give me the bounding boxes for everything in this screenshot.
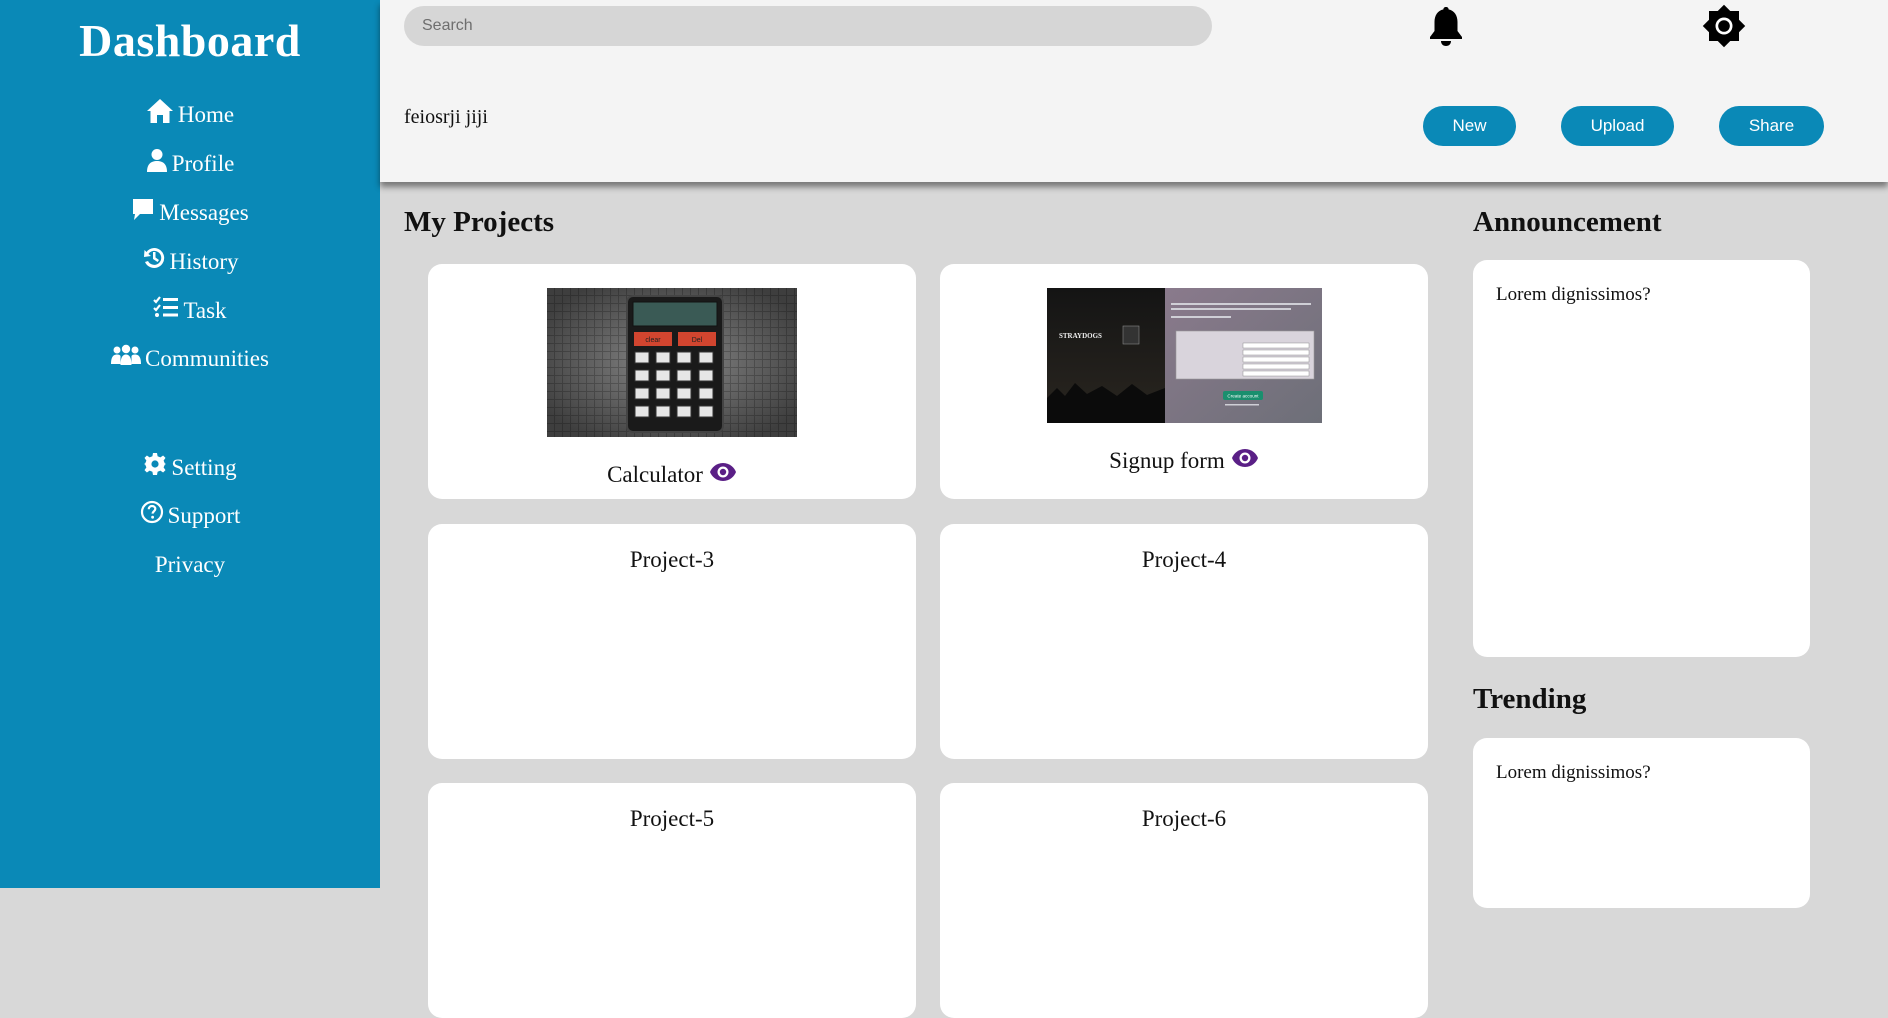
sidebar-item-profile[interactable]: Profile	[0, 149, 380, 179]
sidebar-item-label: Task	[183, 298, 227, 323]
message-icon	[131, 197, 155, 229]
username-label: feiosrji jiji	[404, 106, 488, 128]
sidebar-item-messages[interactable]: Messages	[0, 198, 380, 228]
sidebar-item-label: History	[169, 249, 239, 274]
new-button[interactable]: New	[1423, 106, 1516, 146]
sidebar-item-home[interactable]: Home	[0, 98, 380, 132]
task-list-icon	[153, 296, 179, 326]
section-title-announcement: Announcement	[1473, 206, 1662, 238]
eye-icon[interactable]	[709, 462, 737, 488]
share-button[interactable]: Share	[1719, 106, 1824, 146]
project-name: Calculator	[607, 462, 703, 487]
gear-icon	[143, 452, 167, 484]
project-name: Project-4	[1141, 547, 1227, 572]
users-group-icon	[111, 344, 142, 374]
sidebar-item-label: Messages	[159, 200, 249, 225]
project-name: Project-5	[629, 806, 715, 831]
eye-icon[interactable]	[1231, 448, 1259, 474]
sidebar-item-setting[interactable]: Setting	[0, 453, 380, 483]
history-icon	[142, 246, 166, 278]
announcement-text: Lorem dignissimos?	[1496, 284, 1651, 305]
project-title: Calculator	[428, 462, 916, 488]
project-name: Project-3	[629, 547, 715, 572]
brightness-icon[interactable]	[1700, 2, 1748, 50]
sidebar-item-history[interactable]: History	[0, 247, 380, 277]
sidebar-item-label: Communities	[145, 346, 269, 371]
calculator-thumbnail: clear Del	[547, 288, 797, 437]
sidebar-item-label: Support	[167, 503, 241, 528]
trending-text: Lorem dignissimos?	[1496, 762, 1651, 783]
home-icon	[146, 98, 174, 132]
project-card-signup-form[interactable]: STRAYDOGS Create account Signup form	[940, 264, 1428, 499]
user-icon	[146, 148, 168, 180]
signup-create-account: Create account	[1227, 394, 1259, 399]
sidebar-item-label: Setting	[171, 455, 237, 480]
top-header: feiosrji jiji New Upload Share	[380, 0, 1888, 182]
announcement-box: Lorem dignissimos?	[1473, 260, 1810, 657]
sidebar-item-label: Privacy	[154, 552, 226, 577]
project-card-calculator[interactable]: clear Del Calculator	[428, 264, 916, 499]
sidebar: Dashboard Home Profile Messages History …	[0, 0, 380, 888]
sidebar-item-support[interactable]: Support	[0, 500, 380, 532]
brand-title: Dashboard	[79, 15, 301, 66]
search-input[interactable]	[404, 6, 1212, 46]
signup-form-thumbnail: STRAYDOGS Create account	[1047, 288, 1322, 423]
signup-brand: STRAYDOGS	[1059, 332, 1102, 340]
project-name: Signup form	[1109, 448, 1225, 473]
upload-button[interactable]: Upload	[1561, 106, 1674, 146]
section-title-trending: Trending	[1473, 683, 1587, 715]
sidebar-item-communities[interactable]: Communities	[0, 344, 380, 374]
section-title-my-projects: My Projects	[404, 206, 555, 238]
question-circle-icon	[140, 500, 164, 532]
project-title: Signup form	[940, 448, 1428, 474]
project-card-project-6[interactable]: Project-6	[940, 783, 1428, 1018]
project-card-project-4[interactable]: Project-4	[940, 524, 1428, 759]
sidebar-item-label: Home	[177, 102, 235, 127]
project-card-project-3[interactable]: Project-3	[428, 524, 916, 759]
bell-icon[interactable]	[1422, 2, 1470, 50]
sidebar-item-task[interactable]: Task	[0, 296, 380, 326]
calculator-del-key: Del	[692, 337, 703, 344]
project-card-project-5[interactable]: Project-5	[428, 783, 916, 1018]
sidebar-item-label: Profile	[171, 151, 235, 176]
trending-box: Lorem dignissimos?	[1473, 738, 1810, 908]
project-name: Project-6	[1141, 806, 1227, 831]
sidebar-item-privacy[interactable]: Privacy	[0, 550, 380, 580]
calculator-clear-key: clear	[645, 337, 661, 344]
